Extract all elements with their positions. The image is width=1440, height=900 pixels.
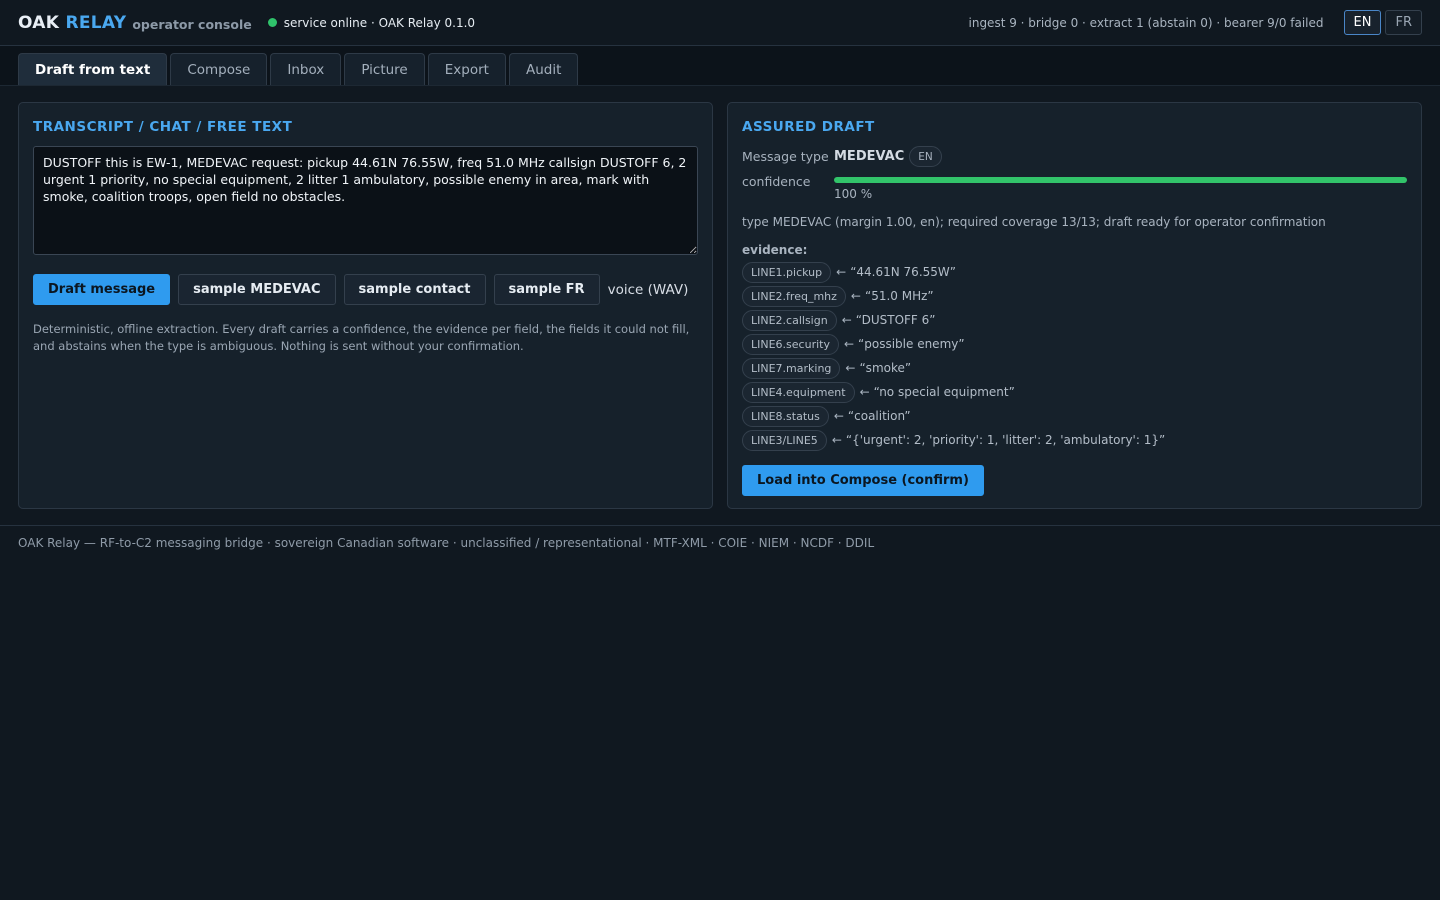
confidence-row: confidence 100 % xyxy=(742,173,1407,201)
brand-name: OAK xyxy=(18,12,66,33)
confidence-bar xyxy=(834,177,1407,183)
left-arrow-icon: ← xyxy=(859,385,870,399)
status-dot-icon xyxy=(267,18,277,27)
footer-text: OAK Relay — RF-to-C2 messaging bridge · … xyxy=(18,536,875,550)
confidence-label: confidence xyxy=(742,174,811,189)
evidence-key: LINE1.pickup xyxy=(742,261,832,283)
sample-contact-button[interactable]: sample contact xyxy=(343,274,486,305)
evidence-key: LINE3/LINE5 xyxy=(742,429,827,451)
evidence-item: LINE6.security ← “possible enemy” xyxy=(742,332,1407,356)
evidence-item: LINE3/LINE5 ← “{'urgent': 2, 'priority':… xyxy=(742,428,1407,452)
evidence-key: LINE8.status xyxy=(742,405,829,427)
evidence-item: LINE7.marking ← “smoke” xyxy=(742,356,1407,380)
tab-bar: Draft from text Compose Inbox Picture Ex… xyxy=(0,46,1440,86)
brand-subtitle: operator console xyxy=(132,16,252,32)
tab-export[interactable]: Export xyxy=(427,53,506,85)
message-type-row: Message type MEDEVAC EN xyxy=(742,146,1407,167)
draft-actions: Draft message sample MEDEVAC sample cont… xyxy=(33,274,698,305)
evidence-list: LINE1.pickup ← “44.61N 76.55W” LINE2.fre… xyxy=(742,260,1407,452)
left-arrow-icon: ← xyxy=(850,289,861,303)
left-arrow-icon: ← xyxy=(845,361,856,375)
sample-medevac-button[interactable]: sample MEDEVAC xyxy=(178,274,336,305)
evidence-key: LINE6.security xyxy=(742,333,839,355)
evidence-value: “coalition” xyxy=(847,409,911,423)
left-arrow-icon: ← xyxy=(836,265,847,279)
service-status: service online · OAK Relay 0.1.0 xyxy=(267,15,476,30)
pipeline-counters: ingest 9 · bridge 0 · extract 1 (abstain… xyxy=(968,15,1324,30)
left-arrow-icon: ← xyxy=(841,313,852,327)
transcript-input[interactable]: DUSTOFF this is EW-1, MEDEVAC request: p… xyxy=(33,146,698,255)
evidence-item: LINE2.freq_mhz ← “51.0 MHz” xyxy=(742,284,1407,308)
left-arrow-icon: ← xyxy=(831,433,842,447)
evidence-key: LINE2.callsign xyxy=(742,309,837,331)
evidence-item: LINE4.equipment ← “no special equipment” xyxy=(742,380,1407,404)
load-into-compose-button[interactable]: Load into Compose (confirm) xyxy=(742,465,984,496)
brand-accent: RELAY xyxy=(65,12,127,33)
evidence-item: LINE1.pickup ← “44.61N 76.55W” xyxy=(742,260,1407,284)
tab-audit[interactable]: Audit xyxy=(508,53,579,85)
extraction-note: Deterministic, offline extraction. Every… xyxy=(33,322,690,353)
tab-compose[interactable]: Compose xyxy=(170,53,268,85)
sample-fr-button[interactable]: sample FR xyxy=(493,274,600,305)
left-arrow-icon: ← xyxy=(843,337,855,351)
evidence-value: “{'urgent': 2, 'priority': 1, 'litter': … xyxy=(845,433,1166,447)
voice-wav-input[interactable]: voice (WAV) xyxy=(608,282,689,298)
tab-inbox[interactable]: Inbox xyxy=(270,53,342,85)
app-header: OAK RELAY operator console service onlin… xyxy=(0,0,1440,46)
status-text: service online · OAK Relay 0.1.0 xyxy=(283,15,476,30)
confidence-value: 100 % xyxy=(834,187,873,201)
evidence-value: “51.0 MHz” xyxy=(864,289,934,303)
draft-message-button[interactable]: Draft message xyxy=(33,274,171,305)
evidence-key: LINE4.equipment xyxy=(742,381,855,403)
message-type-value: MEDEVAC xyxy=(834,149,905,164)
evidence-value: “possible enemy” xyxy=(858,337,965,351)
draft-summary: type MEDEVAC (margin 1.00, en); required… xyxy=(742,215,1326,229)
transcript-panel-title: TRANSCRIPT / CHAT / FREE TEXT xyxy=(33,119,293,135)
message-type-label: Message type xyxy=(742,149,829,164)
evidence-item: LINE2.callsign ← “DUSTOFF 6” xyxy=(742,308,1407,332)
tab-picture[interactable]: Picture xyxy=(344,53,425,85)
app-footer: OAK Relay — RF-to-C2 messaging bridge · … xyxy=(0,525,1440,560)
left-arrow-icon: ← xyxy=(833,409,844,423)
transcript-panel: TRANSCRIPT / CHAT / FREE TEXT DUSTOFF th… xyxy=(18,102,713,509)
app-brand: OAK RELAY xyxy=(18,13,126,33)
evidence-value: “no special equipment” xyxy=(873,385,1015,399)
confidence-meter: 100 % xyxy=(834,173,1407,201)
evidence-key: LINE7.marking xyxy=(742,357,841,379)
lang-fr-button[interactable]: FR xyxy=(1385,10,1422,35)
evidence-value: “smoke” xyxy=(859,361,912,375)
evidence-value: “DUSTOFF 6” xyxy=(855,313,936,327)
evidence-value: “44.61N 76.55W” xyxy=(850,265,956,279)
assured-draft-title: ASSURED DRAFT xyxy=(742,119,875,135)
language-badge: EN xyxy=(909,146,942,167)
evidence-key: LINE2.freq_mhz xyxy=(742,285,846,307)
assured-draft-panel: ASSURED DRAFT Message type MEDEVAC EN co… xyxy=(727,102,1422,509)
lang-en-button[interactable]: EN xyxy=(1343,10,1382,35)
evidence-item: LINE8.status ← “coalition” xyxy=(742,404,1407,428)
confidence-bar-fill xyxy=(834,177,1407,183)
tab-draft-from-text[interactable]: Draft from text xyxy=(18,53,168,85)
evidence-title: evidence: xyxy=(742,243,808,257)
